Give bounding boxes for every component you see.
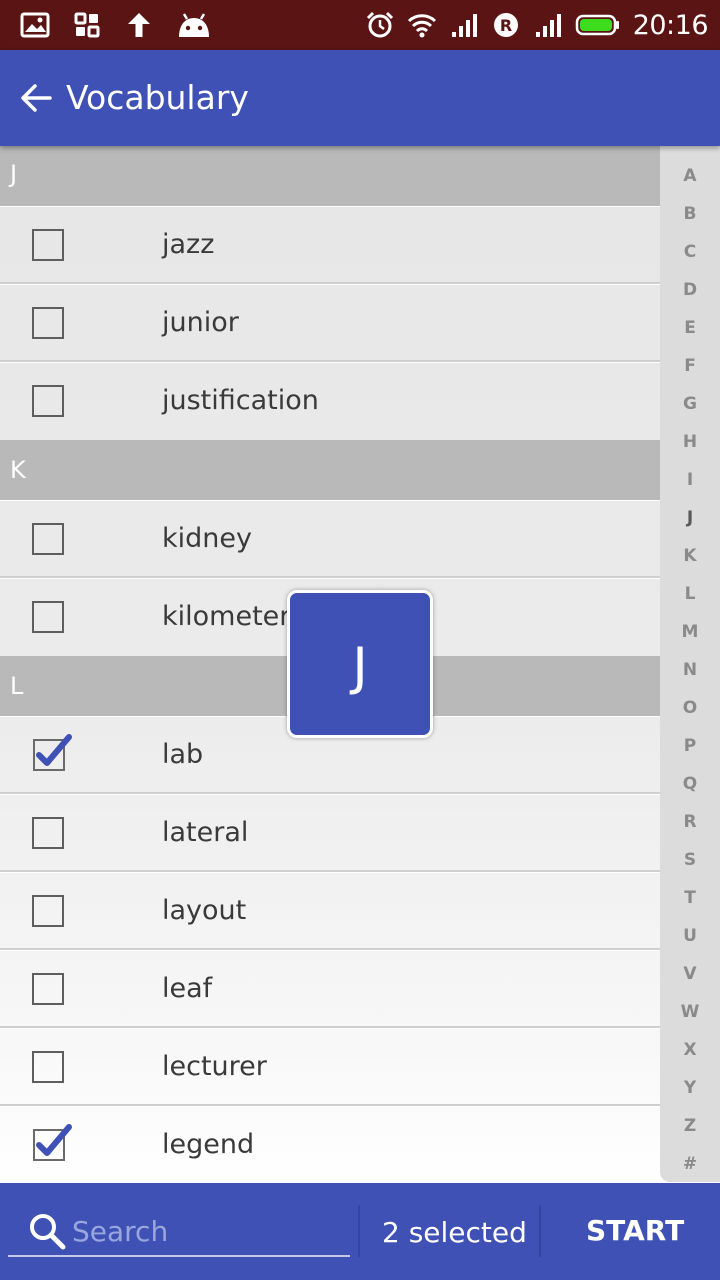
index-letter[interactable]: S bbox=[660, 850, 720, 870]
list-item[interactable]: lateral bbox=[0, 794, 660, 872]
index-letter[interactable]: D bbox=[660, 280, 720, 300]
app-bar: Vocabulary bbox=[0, 50, 720, 146]
word-label: lab bbox=[162, 739, 204, 770]
section-header-k: K bbox=[0, 440, 660, 500]
index-letter[interactable]: R bbox=[660, 812, 720, 832]
word-label: legend bbox=[162, 1129, 255, 1160]
index-letter[interactable]: H bbox=[660, 432, 720, 452]
android-icon bbox=[179, 13, 209, 37]
index-letter[interactable]: G bbox=[660, 394, 720, 414]
section-letter: K bbox=[10, 456, 26, 484]
image-icon bbox=[20, 12, 50, 38]
index-letter[interactable]: Z bbox=[660, 1116, 720, 1136]
word-checkbox[interactable] bbox=[32, 601, 64, 633]
popup-letter: J bbox=[352, 637, 368, 697]
section-letter: L bbox=[10, 672, 24, 700]
index-letter[interactable]: K bbox=[660, 546, 720, 566]
index-letter[interactable]: M bbox=[660, 622, 720, 642]
list-item[interactable]: junior bbox=[0, 284, 660, 362]
list-item[interactable]: lecturer bbox=[0, 1028, 660, 1106]
index-letter-active[interactable]: J bbox=[660, 508, 720, 528]
index-letter[interactable]: P bbox=[660, 736, 720, 756]
word-checkbox[interactable] bbox=[32, 817, 64, 849]
index-letter[interactable]: A bbox=[660, 166, 720, 186]
index-letter[interactable]: C bbox=[660, 242, 720, 262]
signal-icon bbox=[535, 14, 561, 37]
index-letter[interactable]: U bbox=[660, 926, 720, 946]
upload-arrow-icon bbox=[128, 13, 150, 37]
index-letter[interactable]: W bbox=[660, 1002, 720, 1022]
word-checkbox[interactable] bbox=[32, 307, 64, 339]
battery-icon bbox=[575, 14, 619, 36]
index-letter[interactable]: L bbox=[660, 584, 720, 604]
status-right-icons: R 20:16 bbox=[365, 8, 709, 42]
arrow-back-icon[interactable] bbox=[18, 80, 54, 116]
word-label: justification bbox=[162, 385, 319, 416]
index-letter-popup: J bbox=[287, 590, 433, 738]
start-button[interactable]: START bbox=[586, 1214, 684, 1247]
index-letter[interactable]: V bbox=[660, 964, 720, 984]
roaming-r-icon: R bbox=[493, 13, 518, 37]
index-letter[interactable]: # bbox=[660, 1154, 720, 1174]
section-header-j: J bbox=[0, 146, 660, 206]
list-item[interactable]: layout bbox=[0, 872, 660, 950]
word-checkbox[interactable] bbox=[32, 229, 64, 261]
word-checkbox[interactable] bbox=[32, 895, 64, 927]
alarm-icon bbox=[366, 11, 393, 38]
index-letter[interactable]: F bbox=[660, 356, 720, 376]
page-title: Vocabulary bbox=[66, 78, 249, 117]
word-label: leaf bbox=[162, 973, 213, 1004]
word-label: junior bbox=[162, 307, 239, 338]
index-letter[interactable]: Q bbox=[660, 774, 720, 794]
list-item[interactable]: jazz bbox=[0, 206, 660, 284]
index-letter[interactable]: Y bbox=[660, 1078, 720, 1098]
divider bbox=[358, 1205, 360, 1257]
status-bar: R 20:16 bbox=[0, 0, 720, 50]
index-letter[interactable]: I bbox=[660, 470, 720, 490]
word-checkbox[interactable] bbox=[32, 1051, 64, 1083]
search-placeholder: Search bbox=[72, 1215, 169, 1248]
search-input[interactable]: Search bbox=[8, 1201, 350, 1257]
checked-checkbox-icon[interactable] bbox=[33, 731, 73, 771]
index-letter[interactable]: X bbox=[660, 1040, 720, 1060]
divider bbox=[539, 1205, 541, 1257]
wifi-icon bbox=[407, 14, 436, 38]
index-letter[interactable]: T bbox=[660, 888, 720, 908]
list-item[interactable]: legend bbox=[0, 1106, 660, 1183]
index-letter[interactable]: O bbox=[660, 698, 720, 718]
word-label: lateral bbox=[162, 817, 249, 848]
word-checkbox[interactable] bbox=[32, 385, 64, 417]
word-checkbox[interactable] bbox=[32, 523, 64, 555]
apps-icon bbox=[74, 12, 100, 38]
index-letter[interactable]: B bbox=[660, 204, 720, 224]
svg-text:R: R bbox=[500, 16, 512, 35]
status-time: 20:16 bbox=[632, 9, 709, 41]
section-letter: J bbox=[10, 160, 18, 188]
list-item[interactable]: kidney bbox=[0, 500, 660, 578]
signal-icon bbox=[451, 14, 477, 37]
index-letter[interactable]: E bbox=[660, 318, 720, 338]
bottom-bar: Search 2 selected START bbox=[0, 1183, 720, 1280]
word-label: kilometer bbox=[162, 601, 291, 632]
search-icon bbox=[30, 1214, 66, 1250]
index-letter[interactable]: N bbox=[660, 660, 720, 680]
list-item[interactable]: justification bbox=[0, 362, 660, 440]
selected-count: 2 selected bbox=[382, 1216, 527, 1249]
alphabet-index[interactable]: A B C D E F G H I J K L M N O P Q R S T … bbox=[660, 146, 720, 1182]
list-item[interactable]: leaf bbox=[0, 950, 660, 1028]
status-left-icons bbox=[20, 10, 212, 40]
word-label: jazz bbox=[162, 229, 215, 260]
word-label: kidney bbox=[162, 523, 252, 554]
word-label: lecturer bbox=[162, 1051, 267, 1082]
word-checkbox[interactable] bbox=[32, 973, 64, 1005]
word-label: layout bbox=[162, 895, 247, 926]
checked-checkbox-icon[interactable] bbox=[33, 1121, 73, 1161]
